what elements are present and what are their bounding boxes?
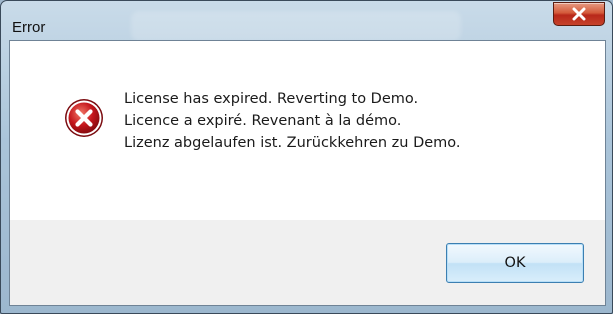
- error-icon: [65, 99, 103, 137]
- message-line-german: Lizenz abgelaufen ist. Zurückkehren zu D…: [124, 135, 461, 151]
- dialog-client-area: License has expired. Reverting to Demo. …: [9, 40, 606, 306]
- window-title: Error: [12, 19, 46, 36]
- ok-button[interactable]: OK: [446, 243, 584, 283]
- title-bar[interactable]: Error: [1, 1, 612, 41]
- close-button[interactable]: [553, 2, 605, 26]
- message-line-french: Licence a expiré. Revenant à la démo.: [124, 113, 402, 129]
- message-panel: License has expired. Reverting to Demo. …: [10, 41, 605, 220]
- close-icon: [572, 7, 586, 21]
- message-line-english: License has expired. Reverting to Demo.: [124, 91, 419, 107]
- error-message: License has expired. Reverting to Demo. …: [124, 88, 461, 154]
- error-dialog-window: Error License has expired. Reverting to …: [0, 0, 613, 314]
